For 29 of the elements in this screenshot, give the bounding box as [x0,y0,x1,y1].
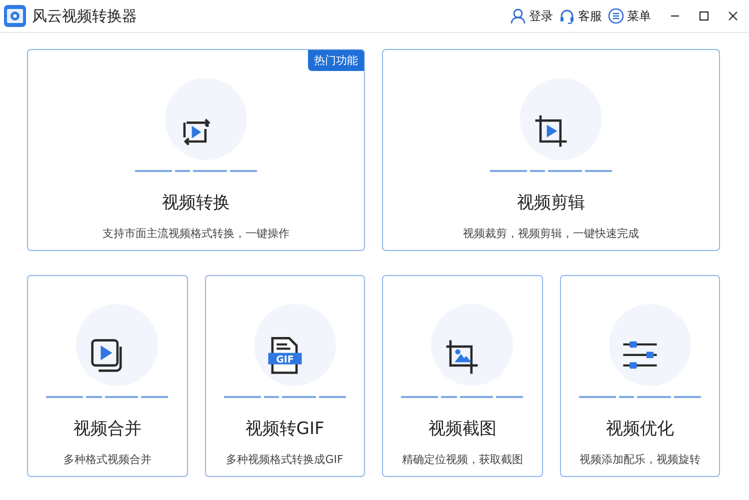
menu-icon [608,8,624,24]
close-button[interactable] [727,10,739,22]
headset-button[interactable]: 客服 [559,8,602,24]
user-icon [510,8,526,24]
card-description: 多种格式视频合并 [63,452,152,467]
card-description: 支持市面主流视频格式转换，一键操作 [102,226,290,241]
headset-icon [559,8,575,24]
feature-card[interactable]: 视频优化 视频添加配乐，视频旋转 [560,275,720,477]
feature-card[interactable]: GIF 视频转GIF 多种视频格式转换成GIF [204,275,365,477]
card-title: 视频截图 [428,418,496,440]
feature-card[interactable]: 视频截图 精确定位视频，获取截图 [382,275,542,477]
card-title: 视频剪辑 [517,192,585,214]
card-title: 视频转GIF [245,418,324,440]
user-button[interactable]: 登录 [510,8,553,24]
feature-card[interactable]: 视频剪辑 视频裁剪，视频剪辑，一键快速完成 [382,49,720,251]
hot-badge: 热门功能 [308,50,364,71]
card-description: 多种视频格式转换成GIF [226,452,344,467]
menu-button[interactable]: 菜单 [608,8,651,24]
feature-card[interactable]: 视频转换 支持市面主流视频格式转换，一键操作 热门功能 [27,49,365,251]
feature-card[interactable]: 视频合并 多种格式视频合并 [27,275,188,477]
card-description: 视频裁剪，视频剪辑，一键快速完成 [463,226,639,241]
app-logo-icon [4,5,26,27]
card-description: 视频添加配乐，视频旋转 [579,452,700,467]
card-title: 视频合并 [73,418,142,440]
window-title: 风云视频转换器 [32,6,137,26]
card-description: 精确定位视频，获取截图 [402,452,523,467]
card-title: 视频优化 [606,418,674,440]
maximize-button[interactable] [698,10,710,22]
card-title: 视频转换 [162,192,230,214]
